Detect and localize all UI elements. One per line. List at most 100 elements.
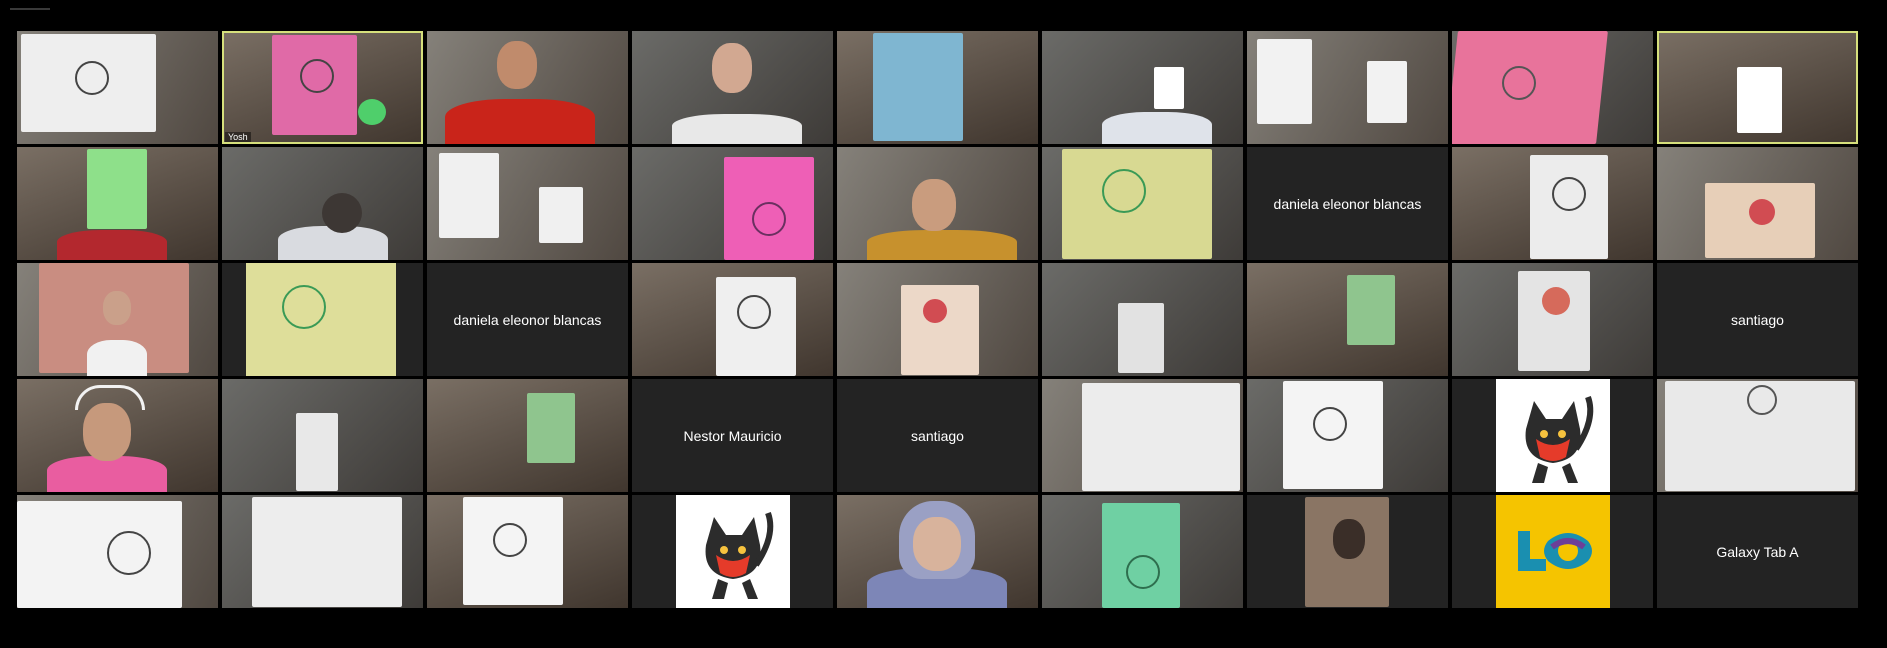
drawing-paper — [1518, 271, 1590, 371]
participant-tile[interactable] — [17, 263, 218, 376]
drawn-figure — [1749, 199, 1775, 225]
participant-tile[interactable] — [1452, 31, 1653, 144]
toy — [358, 99, 386, 125]
participant-tile[interactable] — [17, 147, 218, 260]
participant-tile[interactable] — [222, 379, 423, 492]
participant-tile[interactable] — [427, 31, 628, 144]
drawing-paper — [873, 33, 963, 141]
person-shirt — [57, 230, 167, 260]
participant-tile[interactable] — [837, 495, 1038, 608]
drawing-paper — [539, 187, 583, 243]
participant-tile[interactable]: santiago — [837, 379, 1038, 492]
participant-tile[interactable] — [222, 263, 423, 376]
participant-tile[interactable] — [1042, 147, 1243, 260]
participant-tile[interactable] — [17, 31, 218, 144]
participant-tile[interactable]: daniela eleonor blancas — [1247, 147, 1448, 260]
participant-tile[interactable] — [427, 147, 628, 260]
participant-tile[interactable] — [17, 379, 218, 492]
participant-tile[interactable] — [1657, 379, 1858, 492]
participant-tile[interactable] — [1657, 147, 1858, 260]
drawing-paper — [296, 413, 338, 491]
participant-name: Galaxy Tab A — [1716, 543, 1799, 560]
participant-tile[interactable] — [632, 263, 833, 376]
person-head — [712, 43, 752, 93]
participant-tile[interactable] — [837, 147, 1038, 260]
drawn-face — [752, 202, 786, 236]
drawn-face — [1126, 555, 1160, 589]
cat-avatar-icon — [705, 511, 773, 599]
person-head — [497, 41, 537, 89]
drawn-face — [493, 523, 527, 557]
person-head — [912, 179, 956, 231]
drawing-paper — [439, 153, 499, 238]
participant-tile[interactable]: santiago — [1657, 263, 1858, 376]
drawn-figure — [1747, 385, 1777, 415]
participant-tile[interactable] — [222, 495, 423, 608]
drawn-face — [1313, 407, 1347, 441]
participant-tile[interactable] — [837, 263, 1038, 376]
participant-tile[interactable] — [427, 495, 628, 608]
participant-tile[interactable]: Galaxy Tab A — [1657, 495, 1858, 608]
gallery-grid: Yosh daniela eleonor blancas daniela ele… — [17, 31, 1862, 616]
participant-tile[interactable] — [1042, 263, 1243, 376]
drawn-face — [1102, 169, 1146, 213]
participant-tile[interactable] — [1452, 379, 1653, 492]
person-shirt — [445, 99, 595, 144]
participant-tile[interactable] — [1042, 31, 1243, 144]
participant-tile[interactable] — [1452, 495, 1653, 608]
person-shirt — [867, 230, 1017, 260]
participant-tile[interactable] — [632, 147, 833, 260]
drawing-paper — [1347, 275, 1395, 345]
participant-name: daniela eleonor blancas — [453, 311, 602, 328]
participant-tile[interactable] — [632, 495, 833, 608]
drawn-figure — [923, 299, 947, 323]
drawn-figure — [1542, 287, 1570, 315]
participant-tile-active[interactable] — [1657, 31, 1858, 144]
participant-tile[interactable] — [17, 495, 218, 608]
drawing-paper — [1367, 61, 1407, 123]
drawing-paper — [17, 501, 182, 608]
person-shirt — [1102, 112, 1212, 144]
cat-avatar-icon — [1525, 395, 1593, 483]
participant-tile[interactable] — [1247, 379, 1448, 492]
drawing-paper — [1118, 303, 1164, 373]
drawing-paper — [1154, 67, 1184, 109]
participant-tile[interactable] — [632, 31, 833, 144]
participant-name: daniela eleonor blancas — [1273, 195, 1422, 212]
participant-tile[interactable] — [427, 379, 628, 492]
participant-tile[interactable] — [1452, 147, 1653, 260]
participant-name: Nestor Mauricio — [683, 427, 782, 444]
drawn-face — [282, 285, 326, 329]
participant-name: santiago — [911, 427, 964, 444]
participant-tile[interactable] — [222, 147, 423, 260]
participant-tile-active[interactable]: Yosh — [222, 31, 423, 144]
participant-tile[interactable] — [837, 31, 1038, 144]
person-head — [83, 403, 131, 461]
cat-avatar-icon — [675, 495, 790, 608]
participant-tile[interactable] — [1042, 495, 1243, 608]
participant-tile[interactable] — [1452, 263, 1653, 376]
participant-tile[interactable] — [1247, 31, 1448, 144]
participant-name: santiago — [1731, 311, 1784, 328]
drawn-face — [1552, 177, 1586, 211]
drawing-paper — [527, 393, 575, 463]
person-head — [1333, 519, 1365, 559]
participant-name: Yosh — [225, 132, 251, 142]
participant-tile[interactable]: Nestor Mauricio — [632, 379, 833, 492]
participant-tile[interactable] — [1247, 263, 1448, 376]
window-edge-mark — [10, 8, 50, 10]
participant-tile[interactable]: daniela eleonor blancas — [427, 263, 628, 376]
participant-tile[interactable] — [1042, 379, 1243, 492]
logo-avatar-icon — [1517, 531, 1592, 571]
person-shirt — [47, 456, 167, 492]
drawn-face — [107, 531, 151, 575]
person-head — [322, 193, 362, 233]
logo-avatar-icon — [1495, 495, 1610, 608]
participant-tile[interactable] — [1247, 495, 1448, 608]
cat-avatar-icon — [1495, 379, 1610, 492]
drawing-paper — [1257, 39, 1312, 124]
drawing-paper — [901, 285, 979, 375]
headphones — [75, 385, 145, 410]
drawing-paper — [252, 497, 402, 607]
drawing-paper — [1737, 67, 1782, 133]
